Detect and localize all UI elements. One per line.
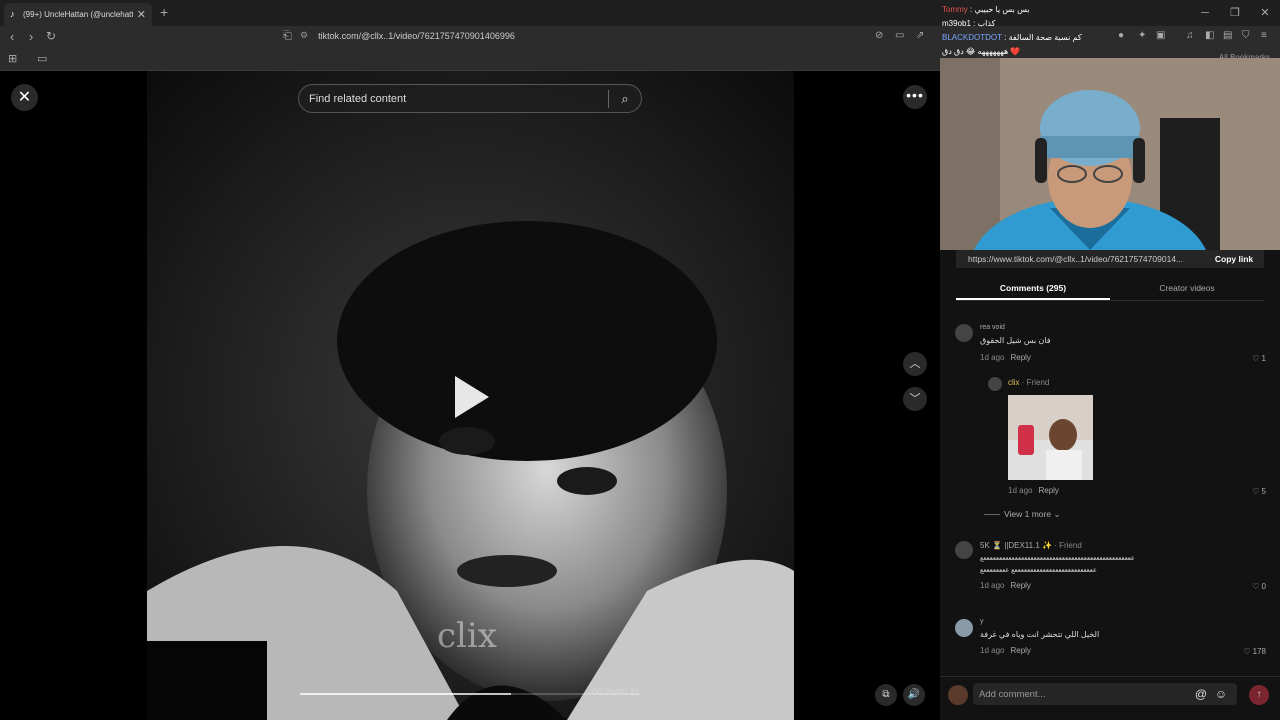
folder-icon[interactable]: ▭: [37, 52, 47, 65]
share-icon[interactable]: ⇗: [916, 30, 924, 41]
eye-off-icon[interactable]: ⊘: [875, 30, 883, 41]
add-comment-bar: @ ☺ ↑: [940, 676, 1280, 720]
panel-tabs: Comments (295) Creator videos: [956, 279, 1264, 301]
video-stage: ✕ Find related content ⌕ ••• ︿ ﹀ clix 00…: [0, 71, 940, 720]
url-text: tiktok.com/@cllx..1/video/76217574709014…: [318, 30, 515, 41]
cast-icon[interactable]: ▭: [895, 30, 904, 41]
close-window-icon[interactable]: ✕: [1250, 0, 1280, 26]
tab-creator-videos[interactable]: Creator videos: [1110, 279, 1264, 300]
close-tab-icon[interactable]: ✕: [137, 8, 146, 21]
chat-line: هههههههه 😂 دق دق ❤️: [942, 47, 1021, 56]
comment-meta: 1d ago Reply: [980, 581, 1031, 590]
avatar[interactable]: [955, 324, 973, 342]
post-comment-button[interactable]: ↑: [1249, 685, 1269, 705]
shield-icon[interactable]: ⛉: [1242, 30, 1250, 41]
like-count[interactable]: ♡ 0: [1252, 582, 1266, 591]
address-bar[interactable]: ⚙ tiktok.com/@cllx..1/video/762175747090…: [300, 30, 515, 41]
related-search-input[interactable]: [309, 92, 608, 105]
avatar[interactable]: [955, 619, 973, 637]
video-watermark: clix: [437, 616, 497, 656]
menu-icon[interactable]: ≡: [1261, 30, 1267, 41]
reply-button[interactable]: Reply: [1010, 353, 1030, 362]
video-timecode: 00:20/00:21: [592, 687, 640, 697]
reload-icon[interactable]: ↻: [46, 29, 56, 43]
tab-title: (99+) UncleHattan (@unclehattan: [23, 10, 133, 19]
tiktok-icon: ♪: [10, 9, 15, 19]
close-video-button[interactable]: ✕: [11, 84, 38, 111]
reply-button[interactable]: Reply: [1010, 581, 1030, 590]
back-icon[interactable]: ‹: [10, 29, 14, 44]
related-search-bar: ⌕: [298, 84, 642, 113]
avatar[interactable]: [988, 377, 1002, 391]
comment-meta: 1d ago Reply: [980, 646, 1031, 655]
comment-username[interactable]: 5K ⏳ ||DEX11.1 ✨ · Friend: [980, 541, 1082, 550]
reply-button[interactable]: Reply: [1038, 486, 1058, 495]
reply-image-content: [1008, 395, 1093, 480]
stream-chat: Tommy : بس بس يا حبيبي m39ob1 : كذاب BLA…: [942, 3, 1142, 59]
mini-player-icon[interactable]: ⧉: [875, 684, 897, 706]
comment-username[interactable]: rea void: [980, 324, 1005, 331]
webcam-image: [940, 58, 1280, 250]
search-icon[interactable]: ⌕: [609, 91, 641, 107]
screenshot-icon[interactable]: ▣: [1156, 30, 1165, 41]
video-progress-fill: [300, 693, 511, 695]
comment-text: الخيل اللي تتحشر انت وياه في غرفة: [980, 630, 1100, 639]
forward-icon[interactable]: ›: [29, 29, 33, 44]
avatar[interactable]: [955, 541, 973, 559]
maximize-icon[interactable]: ❐: [1220, 0, 1250, 26]
like-count[interactable]: ♡ 1: [1252, 354, 1266, 363]
comment-meta: 1d ago Reply: [1008, 486, 1059, 495]
copy-link-button[interactable]: Copy link: [1204, 254, 1264, 264]
comments-panel: https://www.tiktok.com/@cllx..1/video/76…: [940, 250, 1280, 720]
comment-text: عععععععععععععععععععععععععععععععععععععععع…: [980, 555, 1135, 562]
view-more-replies-button[interactable]: View 1 more ⌄: [984, 509, 1061, 520]
bookmark-icon[interactable]: ⎗: [283, 30, 292, 43]
share-link-row: https://www.tiktok.com/@cllx..1/video/76…: [956, 250, 1264, 268]
video-progress-bar[interactable]: [300, 693, 640, 695]
play-icon[interactable]: [455, 376, 489, 418]
apps-grid-icon[interactable]: ⊞: [8, 52, 17, 65]
share-link-text[interactable]: https://www.tiktok.com/@cllx..1/video/76…: [968, 254, 1204, 264]
minimize-icon[interactable]: ─: [1190, 0, 1220, 26]
tab-comments[interactable]: Comments (295): [956, 279, 1110, 300]
site-info-icon[interactable]: ⚙: [300, 30, 308, 41]
more-options-button[interactable]: •••: [903, 85, 927, 109]
chat-line: BLACKDOTDOT : كم نسبة صحة السالفة: [942, 33, 1082, 42]
avatar: [948, 685, 968, 705]
comment-username[interactable]: clix · Friend: [1008, 378, 1049, 387]
new-tab-icon[interactable]: +: [160, 4, 168, 20]
reply-button[interactable]: Reply: [1010, 646, 1030, 655]
music-icon[interactable]: ♫: [1186, 30, 1194, 41]
emoji-icon[interactable]: ☺: [1211, 687, 1231, 701]
volume-icon[interactable]: 🔊: [903, 684, 925, 706]
mention-icon[interactable]: @: [1191, 687, 1211, 701]
reply-attached-image[interactable]: [1008, 395, 1093, 480]
previous-video-button[interactable]: ︿: [903, 352, 927, 376]
add-comment-input[interactable]: [979, 688, 1191, 700]
browser-tab[interactable]: ♪ (99+) UncleHattan (@unclehattan ✕: [4, 3, 152, 26]
chat-line: Tommy : بس بس يا حبيبي: [942, 5, 1030, 14]
comment-meta: 1d ago Reply: [980, 353, 1031, 362]
chat-line: m39ob1 : كذاب: [942, 19, 996, 28]
next-video-button[interactable]: ﹀: [903, 387, 927, 411]
sidebar-icon[interactable]: ◧: [1205, 30, 1214, 41]
comment-username[interactable]: y: [980, 618, 984, 625]
wallet-icon[interactable]: ▤: [1223, 30, 1232, 41]
like-count[interactable]: ♡ 5: [1252, 487, 1266, 496]
like-count[interactable]: ♡ 178: [1243, 647, 1266, 656]
comment-text-line2: ععععععععععععععععععععععععععع ععععععععع: [980, 567, 1097, 574]
comment-text: فان بس شيل الحقوق: [980, 336, 1051, 345]
comment-field: @ ☺: [973, 683, 1237, 705]
streamer-webcam: [940, 58, 1280, 250]
window-controls: ─ ❐ ✕: [1190, 0, 1280, 26]
